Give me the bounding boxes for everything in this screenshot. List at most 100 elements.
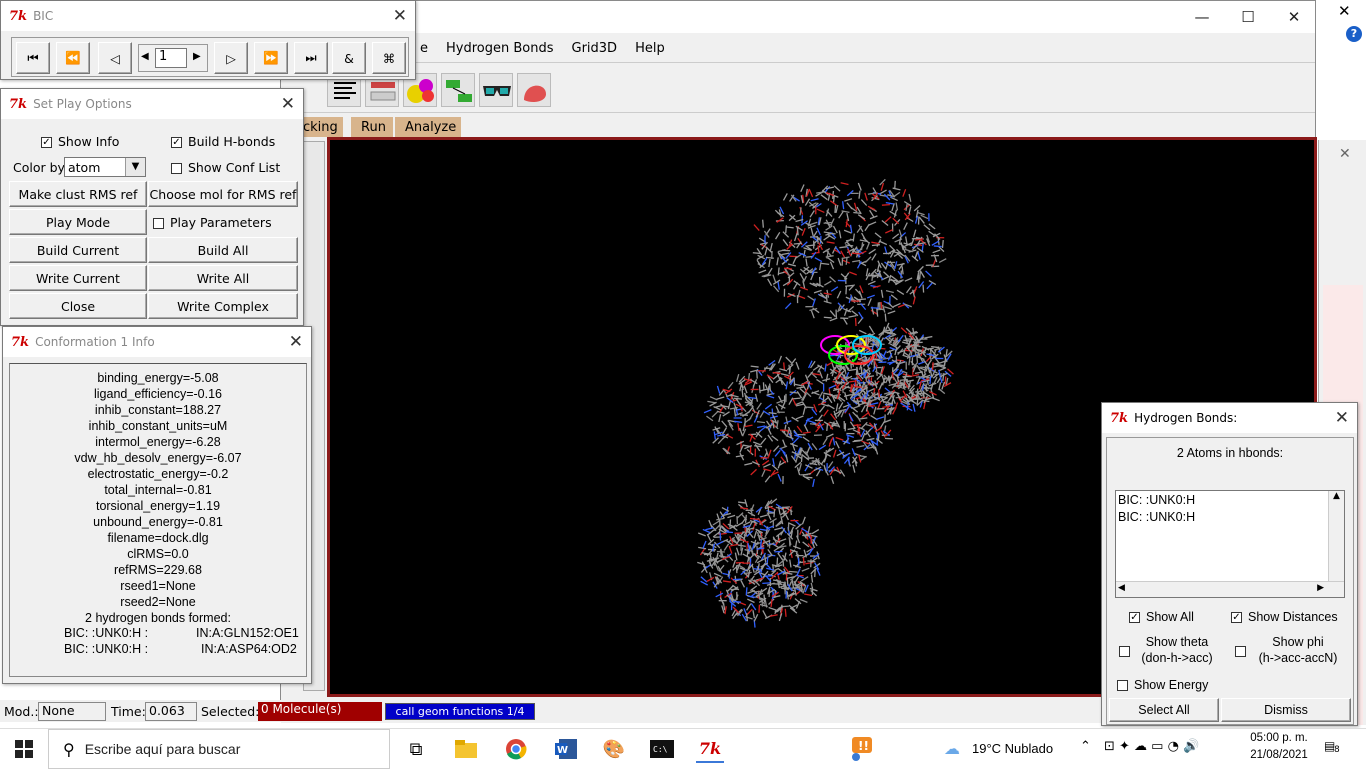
horizontal-scrollbar[interactable]: ◀▶ bbox=[1116, 581, 1344, 597]
play-back-icon: ◁ bbox=[110, 51, 120, 66]
play-options-window: 7k Set Play Options ✕ ✓Show Info ✓Build … bbox=[0, 88, 304, 326]
build-hbonds-checkbox[interactable]: ✓Build H-bonds bbox=[171, 134, 275, 149]
fast-forward-button[interactable]: ⏩ bbox=[254, 42, 288, 74]
close-icon[interactable]: ✕ bbox=[1338, 2, 1351, 20]
minimize-button[interactable]: — bbox=[1179, 1, 1225, 33]
play-mode-button[interactable]: Play Mode bbox=[9, 209, 147, 235]
maximize-button[interactable]: ☐ bbox=[1225, 1, 1271, 33]
dismiss-button[interactable]: Dismiss bbox=[1221, 698, 1351, 722]
play-forward-button[interactable]: ▷ bbox=[214, 42, 248, 74]
build-all-button[interactable]: Build All bbox=[148, 237, 298, 263]
notifications-icon[interactable]: ▤8 bbox=[1324, 739, 1344, 759]
help-icon[interactable]: ? bbox=[1346, 26, 1362, 42]
conformation-title: Conformation 1 Info bbox=[35, 335, 155, 349]
play-parameters-checkbox[interactable]: Play Parameters bbox=[153, 215, 272, 230]
show-all-checkbox[interactable]: ✓Show All bbox=[1129, 610, 1194, 624]
hbonds-listbox[interactable]: BIC: :UNK0:H BIC: :UNK0:H ▲ ◀▶ bbox=[1115, 490, 1345, 598]
info-line: refRMS=229.68 bbox=[10, 562, 306, 578]
word-icon[interactable]: W bbox=[552, 735, 580, 763]
make-clust-rms-button[interactable]: Make clust RMS ref bbox=[9, 181, 147, 207]
surface-icon[interactable] bbox=[517, 73, 551, 107]
prev-frame-icon[interactable]: ◀ bbox=[141, 51, 149, 62]
network-icon[interactable] bbox=[441, 73, 475, 107]
close-icon[interactable]: ✕ bbox=[393, 6, 407, 26]
write-current-button[interactable]: Write Current bbox=[9, 265, 147, 291]
close-icon[interactable]: ✕ bbox=[289, 332, 303, 352]
list-item[interactable]: BIC: :UNK0:H bbox=[1118, 493, 1195, 507]
settings-button[interactable]: & bbox=[332, 42, 366, 74]
weather-text[interactable]: 19°C Nublado bbox=[972, 741, 1053, 756]
chrome-icon[interactable] bbox=[502, 735, 530, 763]
choose-mol-rms-button[interactable]: Choose mol for RMS ref bbox=[148, 181, 298, 207]
show-phi-label: Show phi (h->acc-accN) bbox=[1253, 634, 1343, 666]
terminal-icon[interactable]: C:\ bbox=[648, 735, 676, 763]
menu-bar: e Hydrogen Bonds Grid3D Help bbox=[281, 35, 1315, 63]
file-explorer-icon[interactable] bbox=[452, 735, 480, 763]
close-icon[interactable]: ✕ bbox=[281, 94, 295, 114]
chevron-down-icon[interactable]: ▼ bbox=[125, 158, 145, 176]
menu-item-grid3d[interactable]: Grid3D bbox=[563, 41, 627, 56]
info-line: inhib_constant=188.27 bbox=[10, 402, 306, 418]
first-frame-button[interactable]: ⏮ bbox=[16, 42, 50, 74]
stereo-glasses-icon[interactable] bbox=[479, 73, 513, 107]
time-value: 0.063 bbox=[145, 702, 197, 721]
selected-value: 0 Molecule(s) bbox=[258, 702, 382, 721]
close-icon[interactable]: ✕ bbox=[1339, 146, 1351, 162]
write-all-button[interactable]: Write All bbox=[148, 265, 298, 291]
chevron-up-icon[interactable]: ⌃ bbox=[1080, 739, 1091, 754]
color-by-select[interactable]: atom ▼ bbox=[64, 157, 146, 177]
show-distances-checkbox[interactable]: ✓Show Distances bbox=[1231, 610, 1338, 624]
show-theta-label: Show theta (don-h->acc) bbox=[1137, 634, 1217, 666]
menu-item-help[interactable]: Help bbox=[626, 41, 674, 56]
clock-time[interactable]: 05:00 p. m. bbox=[1248, 732, 1310, 744]
select-all-button[interactable]: Select All bbox=[1109, 698, 1219, 722]
bic-title: BIC bbox=[33, 9, 53, 23]
windows-start-icon[interactable] bbox=[10, 735, 38, 763]
info-line: unbound_energy=-0.81 bbox=[10, 514, 306, 530]
info-line: total_internal=-0.81 bbox=[10, 482, 306, 498]
next-frame-icon[interactable]: ▶ bbox=[193, 51, 201, 62]
close-button[interactable]: ✕ bbox=[1271, 1, 1317, 33]
frame-input[interactable]: 1 bbox=[155, 48, 187, 68]
show-info-checkbox[interactable]: ✓Show Info bbox=[41, 134, 119, 149]
list-item[interactable]: BIC: :UNK0:H bbox=[1118, 510, 1195, 524]
menu-item-hydrogen-bonds[interactable]: Hydrogen Bonds bbox=[437, 41, 563, 56]
main-title-bar: — ☐ ✕ bbox=[281, 1, 1315, 33]
last-frame-button[interactable]: ⏭ bbox=[294, 42, 328, 74]
show-theta-checkbox[interactable] bbox=[1119, 644, 1136, 658]
tk-app-icon[interactable]: 7k bbox=[696, 735, 724, 763]
show-energy-label: Show Energy bbox=[1134, 678, 1208, 692]
clock-date[interactable]: 21/08/2021 bbox=[1248, 749, 1310, 761]
build-current-button[interactable]: Build Current bbox=[9, 237, 147, 263]
write-complex-button[interactable]: Write Complex bbox=[148, 293, 298, 319]
settings-icon: & bbox=[344, 51, 354, 66]
tk-logo-icon: 7k bbox=[11, 335, 29, 350]
tab-docking[interactable]: cking bbox=[301, 117, 343, 137]
command-button[interactable]: ⌘ bbox=[372, 42, 406, 74]
paint-icon[interactable]: 🎨 bbox=[600, 735, 628, 763]
close-options-button[interactable]: Close bbox=[9, 293, 147, 319]
task-view-icon[interactable]: ⧉ bbox=[402, 735, 430, 763]
tab-analyze[interactable]: Analyze bbox=[395, 117, 461, 137]
close-icon[interactable]: ✕ bbox=[1335, 408, 1349, 428]
hbonds-title-bar: 7k Hydrogen Bonds: ✕ bbox=[1102, 403, 1357, 433]
search-box[interactable]: ⚲ Escribe aquí para buscar bbox=[48, 729, 390, 769]
toolbar bbox=[281, 63, 1315, 113]
tab-run[interactable]: Run bbox=[351, 117, 393, 137]
show-distances-label: Show Distances bbox=[1248, 610, 1338, 624]
frame-spinner[interactable]: ◀ 1 ▶ bbox=[138, 44, 208, 72]
info-line: vdw_hb_desolv_energy=-6.07 bbox=[10, 450, 306, 466]
show-conf-list-checkbox[interactable]: Show Conf List bbox=[171, 160, 280, 175]
conformation-info-window: 7k Conformation 1 Info ✕ binding_energy=… bbox=[2, 326, 312, 684]
notification-alert-icon[interactable]: !! bbox=[846, 735, 874, 763]
fast-back-button[interactable]: ⏪ bbox=[56, 42, 90, 74]
vertical-scrollbar[interactable]: ▲ bbox=[1328, 491, 1344, 581]
tray-icons[interactable]: ⊡ ✦ ☁ ▭ ◔ 🔊 bbox=[1104, 739, 1199, 754]
color-by-value: atom bbox=[68, 160, 100, 175]
protein-sticks bbox=[697, 179, 953, 627]
show-energy-checkbox[interactable]: Show Energy bbox=[1117, 678, 1208, 692]
hbond-donor-2: BIC: :UNK0:H : bbox=[64, 642, 148, 656]
play-back-button[interactable]: ◁ bbox=[98, 42, 132, 74]
show-phi-checkbox[interactable] bbox=[1235, 644, 1252, 658]
hbonds-body: 2 Atoms in hbonds: BIC: :UNK0:H BIC: :UN… bbox=[1106, 437, 1354, 725]
